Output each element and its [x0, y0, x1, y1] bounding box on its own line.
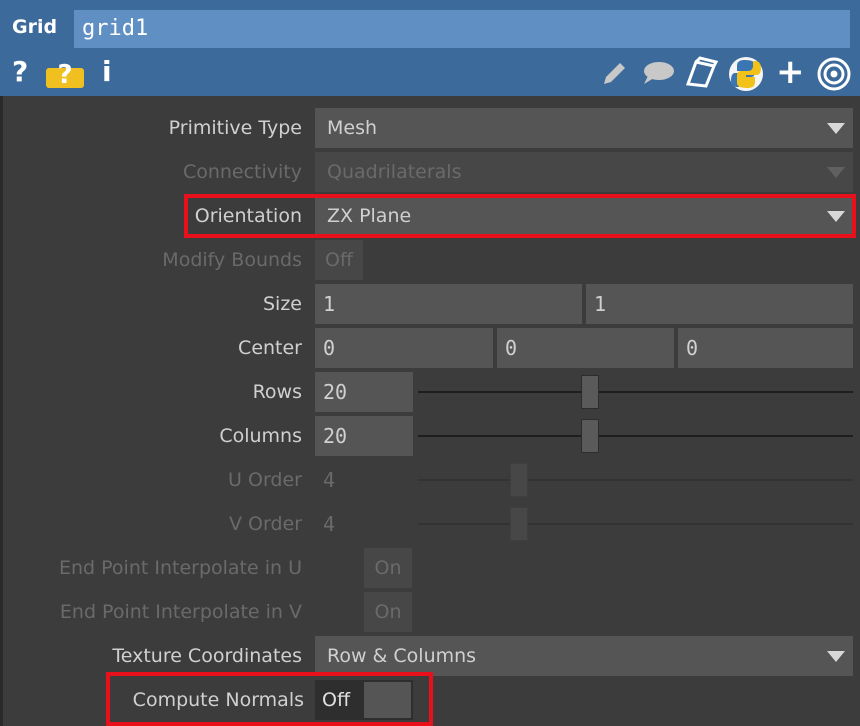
modify-bounds-label: Modify Bounds: [162, 249, 302, 271]
center-label: Center: [238, 337, 302, 359]
columns-slider-track[interactable]: [418, 435, 853, 437]
connectivity-menu: Quadrilaterals: [315, 152, 853, 192]
rows-label: Rows: [252, 381, 302, 403]
primitive-type-value: Mesh: [327, 117, 378, 139]
operator-name-field[interactable]: grid1: [74, 10, 850, 48]
primitive-type-menu[interactable]: Mesh: [315, 108, 853, 148]
chevron-down-icon: [827, 651, 845, 662]
end-point-v-toggle: On: [364, 592, 412, 632]
primitive-type-label: Primitive Type: [168, 117, 302, 139]
orientation-value: ZX Plane: [327, 205, 412, 227]
end-point-u-label: End Point Interpolate in U: [58, 557, 302, 579]
u-order-slider-handle: [510, 463, 528, 497]
center-x-field[interactable]: 0: [315, 328, 493, 368]
v-order-label: V Order: [228, 513, 302, 535]
chevron-down-icon: [827, 211, 845, 222]
u-order-field: 4: [323, 468, 336, 492]
texture-coordinates-value: Row & Columns: [327, 645, 477, 667]
chevron-down-icon: [827, 167, 845, 178]
end-point-v-label: End Point Interpolate in V: [59, 601, 302, 623]
edit-icon[interactable]: [600, 58, 630, 88]
rows-field[interactable]: 20: [315, 372, 413, 412]
size-label: Size: [262, 293, 302, 315]
compute-normals-value: Off: [322, 689, 351, 711]
chevron-down-icon: [827, 123, 845, 134]
center-z-field[interactable]: 0: [678, 328, 853, 368]
info-icon[interactable]: i: [102, 56, 112, 88]
center-y-field[interactable]: 0: [497, 328, 674, 368]
v-order-field: 4: [323, 512, 336, 536]
target-icon[interactable]: [816, 56, 852, 92]
python-help-icon[interactable]: ?: [46, 56, 86, 90]
parameter-header: Grid grid1 ? ? i +: [0, 0, 860, 96]
rows-slider-handle[interactable]: [581, 375, 599, 409]
v-order-slider-track: [418, 523, 853, 525]
u-order-label: U Order: [228, 469, 302, 491]
compute-normals-toggle[interactable]: Off: [315, 680, 413, 720]
size-x-field[interactable]: 1: [315, 284, 582, 324]
python-icon[interactable]: [728, 56, 764, 92]
help-icon[interactable]: ?: [12, 56, 28, 88]
comment-icon[interactable]: [640, 58, 676, 88]
rows-slider-track[interactable]: [418, 391, 853, 393]
texture-coordinates-label: Texture Coordinates: [112, 645, 302, 667]
orientation-menu[interactable]: ZX Plane: [315, 196, 853, 236]
add-icon[interactable]: +: [776, 55, 805, 89]
columns-field[interactable]: 20: [315, 416, 413, 456]
u-order-slider-track: [418, 479, 853, 481]
columns-label: Columns: [219, 425, 302, 447]
texture-coordinates-menu[interactable]: Row & Columns: [315, 636, 853, 676]
v-order-slider-handle: [510, 507, 528, 541]
end-point-u-toggle: On: [364, 548, 412, 588]
connectivity-value: Quadrilaterals: [327, 161, 462, 183]
clone-icon[interactable]: [684, 56, 720, 90]
svg-text:?: ?: [57, 60, 72, 90]
size-y-field[interactable]: 1: [586, 284, 853, 324]
orientation-label: Orientation: [194, 205, 302, 227]
connectivity-label: Connectivity: [182, 161, 302, 183]
operator-type: Grid: [12, 16, 58, 38]
toggle-knob: [364, 682, 411, 718]
columns-slider-handle[interactable]: [581, 419, 599, 453]
modify-bounds-toggle: Off: [315, 240, 363, 280]
compute-normals-label: Compute Normals: [132, 689, 304, 711]
